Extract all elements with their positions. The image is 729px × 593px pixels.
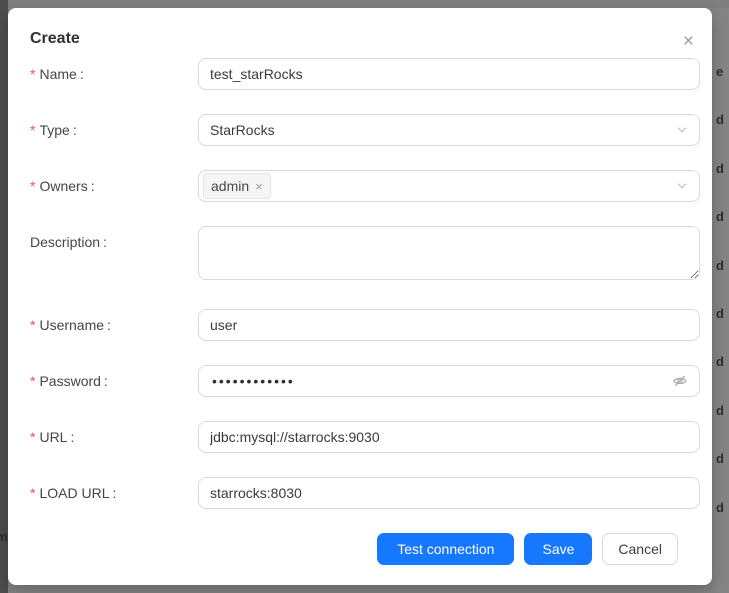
- url-input[interactable]: [198, 421, 700, 453]
- required-asterisk: *: [30, 373, 35, 389]
- dialog-footer: Test connection Save Cancel: [30, 533, 700, 565]
- name-input[interactable]: [198, 58, 700, 90]
- backdrop-fragment: d: [716, 258, 729, 274]
- password-label: *Password:: [30, 365, 198, 397]
- form-row-load-url: *LOAD URL:: [30, 477, 700, 509]
- password-field: [198, 365, 700, 397]
- form-row-description: Description:: [30, 226, 700, 285]
- backdrop-fragment: d: [716, 500, 729, 516]
- description-label: Description:: [30, 226, 198, 258]
- form-row-url: *URL:: [30, 421, 700, 453]
- backdrop-fragment: d: [716, 112, 729, 128]
- form-row-owners: *Owners: admin ×: [30, 170, 700, 202]
- close-icon[interactable]: ×: [677, 30, 700, 53]
- owners-label: *Owners:: [30, 170, 198, 202]
- required-asterisk: *: [30, 178, 35, 194]
- screen: e d d d d d d d d d m Create × *Name: *Type: Star…: [0, 0, 729, 593]
- backdrop-fragment: d: [716, 209, 729, 225]
- chevron-down-icon: [676, 180, 688, 192]
- name-label: *Name:: [30, 58, 198, 90]
- dialog-title: Create: [30, 29, 688, 49]
- type-select[interactable]: StarRocks: [198, 114, 700, 146]
- test-connection-button[interactable]: Test connection: [377, 533, 514, 565]
- password-input[interactable]: [210, 372, 664, 390]
- type-label: *Type:: [30, 114, 198, 146]
- backdrop-fragment: e: [716, 64, 729, 80]
- form-row-password: *Password:: [30, 365, 700, 397]
- tag-close-icon[interactable]: ×: [255, 180, 263, 193]
- create-dialog: Create × *Name: *Type: StarRocks: [8, 8, 712, 585]
- backdrop-fragment: d: [716, 354, 729, 370]
- dialog-header: Create ×: [8, 8, 712, 49]
- required-asterisk: *: [30, 485, 35, 501]
- required-asterisk: *: [30, 66, 35, 82]
- required-asterisk: *: [30, 429, 35, 445]
- save-button[interactable]: Save: [524, 533, 592, 565]
- required-asterisk: *: [30, 122, 35, 138]
- backdrop-fragment: d: [716, 306, 729, 322]
- description-textarea[interactable]: [198, 226, 700, 280]
- type-select-value: StarRocks: [210, 122, 676, 138]
- eye-invisible-icon[interactable]: [672, 373, 688, 389]
- cancel-button[interactable]: Cancel: [602, 533, 678, 565]
- owner-tag: admin ×: [203, 173, 271, 199]
- backdrop-fragment: d: [716, 161, 729, 177]
- form-row-username: *Username:: [30, 309, 700, 341]
- backdrop-fragment: d: [716, 403, 729, 419]
- owners-select[interactable]: admin ×: [198, 170, 700, 202]
- chevron-down-icon: [676, 124, 688, 136]
- url-label: *URL:: [30, 421, 198, 453]
- create-form: *Name: *Type: StarRocks: [8, 58, 712, 565]
- backdrop-fragment-left: m: [0, 529, 7, 545]
- backdrop-left-strip: [0, 0, 8, 593]
- load-url-label: *LOAD URL:: [30, 477, 198, 509]
- required-asterisk: *: [30, 317, 35, 333]
- username-label: *Username:: [30, 309, 198, 341]
- form-row-type: *Type: StarRocks: [30, 114, 700, 146]
- owner-tag-label: admin: [211, 178, 249, 194]
- form-row-name: *Name:: [30, 58, 700, 90]
- backdrop-top-strip: [0, 0, 729, 8]
- username-input[interactable]: [198, 309, 700, 341]
- load-url-input[interactable]: [198, 477, 700, 509]
- backdrop-fragment: d: [716, 451, 729, 467]
